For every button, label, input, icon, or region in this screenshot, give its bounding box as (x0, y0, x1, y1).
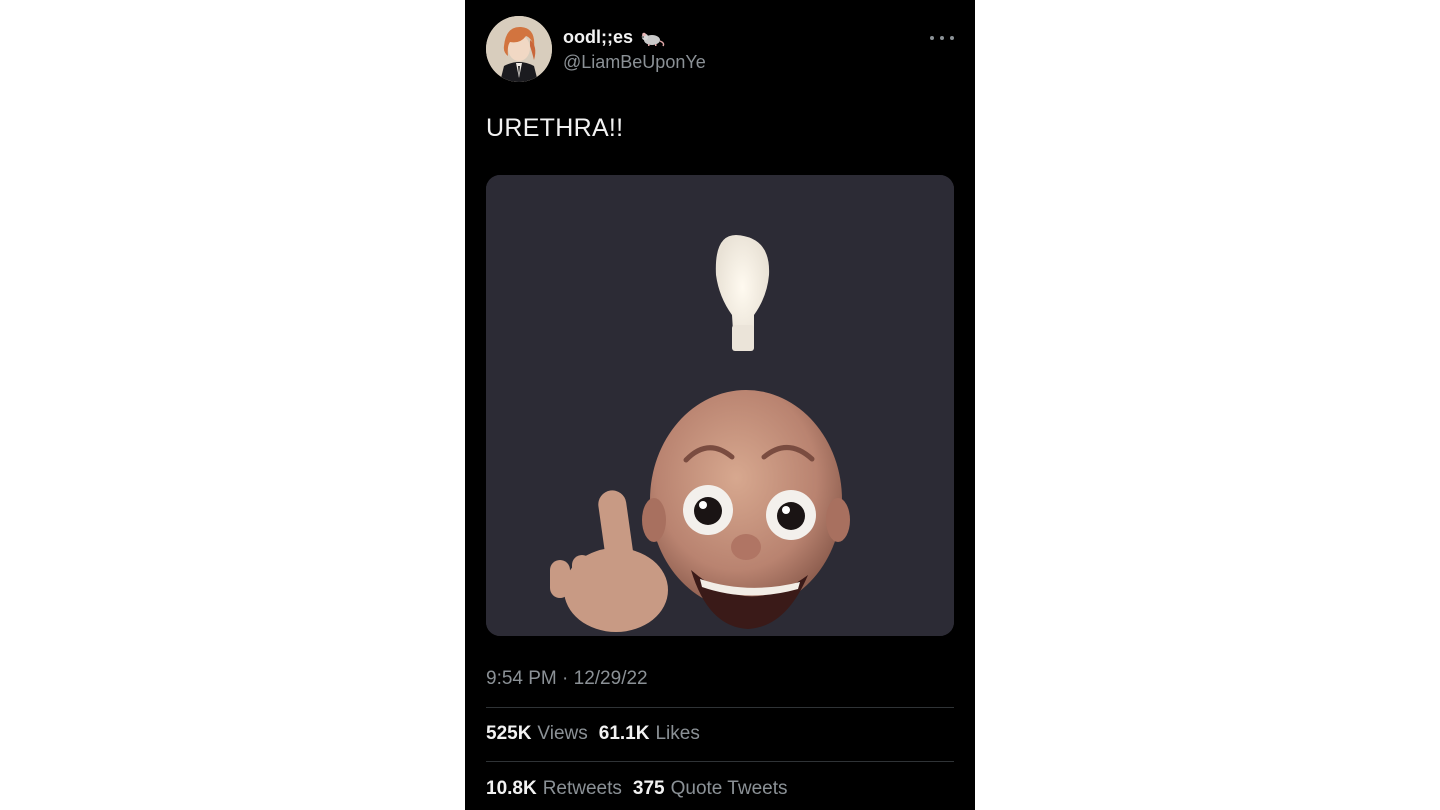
more-horizontal-icon[interactable] (930, 28, 954, 48)
retweets-label: Retweets (542, 778, 622, 799)
tweet-text: URETHRA!! (486, 114, 624, 142)
quote-tweets-stat[interactable]: 375 Quote Tweets (633, 778, 788, 800)
views-count: 525K (486, 723, 532, 744)
author-handle[interactable]: @LiamBeUponYe (563, 52, 706, 73)
views-stat[interactable]: 525K Views (486, 723, 588, 745)
rat-icon (639, 29, 665, 47)
retweets-stat[interactable]: 10.8K Retweets (486, 778, 622, 800)
likes-label: Likes (655, 723, 700, 744)
author-name-row[interactable]: oodl;;es (563, 27, 665, 48)
quote-tweets-label: Quote Tweets (670, 778, 788, 799)
avatar[interactable] (486, 16, 552, 82)
divider (486, 707, 954, 708)
divider (486, 761, 954, 762)
likes-stat[interactable]: 61.1K Likes (599, 723, 700, 745)
display-name[interactable]: oodl;;es (563, 27, 633, 48)
views-label: Views (537, 723, 588, 744)
tweet-timestamp[interactable]: 9:54 PM · 12/29/22 (486, 668, 648, 690)
tweet-media-image[interactable] (486, 175, 954, 636)
retweets-count: 10.8K (486, 778, 537, 799)
likes-count: 61.1K (598, 723, 650, 744)
quote-tweets-count: 375 (632, 778, 665, 799)
stats-row-retweets-quotes: 10.8K Retweets 375 Quote Tweets (486, 778, 788, 800)
stats-row-views-likes: 525K Views 61.1K Likes (486, 723, 700, 745)
